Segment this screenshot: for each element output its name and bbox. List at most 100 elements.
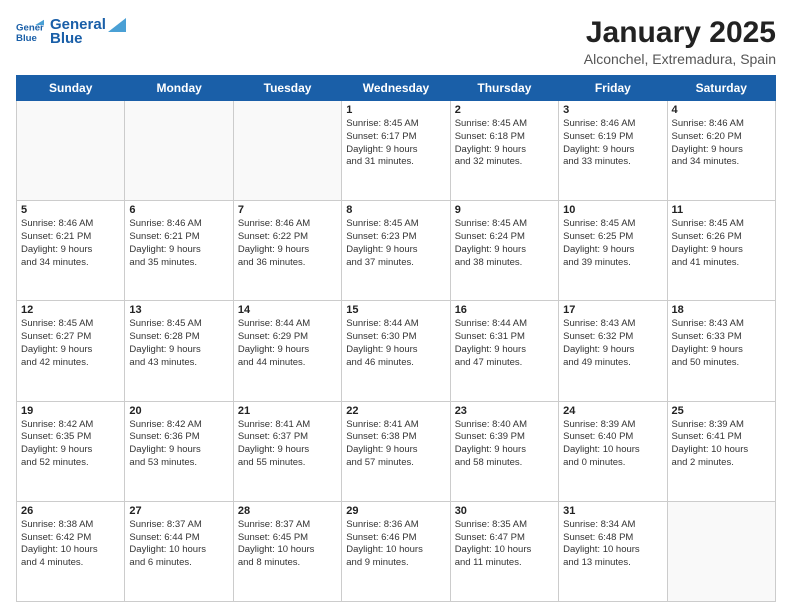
day-info: Sunrise: 8:43 AM Sunset: 6:32 PM Dayligh… xyxy=(563,318,662,369)
day-info: Sunrise: 8:45 AM Sunset: 6:26 PM Dayligh… xyxy=(672,218,771,269)
calendar-cell: 19 Sunrise: 8:42 AM Sunset: 6:35 PM Dayli… xyxy=(17,401,125,501)
calendar-cell: 16 Sunrise: 8:44 AM Sunset: 6:31 PM Dayli… xyxy=(450,301,558,401)
day-number: 28 xyxy=(238,505,337,517)
weekday-header: Thursday xyxy=(450,76,558,101)
day-number: 12 xyxy=(21,304,120,316)
weekday-header: Sunday xyxy=(17,76,125,101)
calendar-cell xyxy=(667,501,775,601)
day-number: 3 xyxy=(563,104,662,116)
calendar-week-row: 12 Sunrise: 8:45 AM Sunset: 6:27 PM Dayli… xyxy=(17,301,776,401)
day-number: 24 xyxy=(563,405,662,417)
calendar-week-row: 26Sunrise: 8:38 AM Sunset: 6:42 PM Dayli… xyxy=(17,501,776,601)
calendar-week-row: 5 Sunrise: 8:46 AM Sunset: 6:21 PM Daylig… xyxy=(17,201,776,301)
day-info: Sunrise: 8:41 AM Sunset: 6:37 PM Dayligh… xyxy=(238,419,337,470)
day-info: Sunrise: 8:44 AM Sunset: 6:31 PM Dayligh… xyxy=(455,318,554,369)
day-number: 4 xyxy=(672,104,771,116)
calendar-cell: 21 Sunrise: 8:41 AM Sunset: 6:37 PM Dayli… xyxy=(233,401,341,501)
day-number: 20 xyxy=(129,405,228,417)
weekday-header: Friday xyxy=(559,76,667,101)
calendar-cell: 10Sunrise: 8:45 AM Sunset: 6:25 PM Dayli… xyxy=(559,201,667,301)
header: General Blue General Blue January 2025 A… xyxy=(16,16,776,67)
day-number: 16 xyxy=(455,304,554,316)
day-info: Sunrise: 8:43 AM Sunset: 6:33 PM Dayligh… xyxy=(672,318,771,369)
calendar-cell: 7Sunrise: 8:46 AM Sunset: 6:22 PM Daylig… xyxy=(233,201,341,301)
day-info: Sunrise: 8:45 AM Sunset: 6:18 PM Dayligh… xyxy=(455,118,554,169)
calendar-cell: 17 Sunrise: 8:43 AM Sunset: 6:32 PM Dayli… xyxy=(559,301,667,401)
main-title: January 2025 xyxy=(584,16,776,49)
day-number: 19 xyxy=(21,405,120,417)
day-info: Sunrise: 8:40 AM Sunset: 6:39 PM Dayligh… xyxy=(455,419,554,470)
calendar-cell: 20Sunrise: 8:42 AM Sunset: 6:36 PM Dayli… xyxy=(125,401,233,501)
day-info: Sunrise: 8:37 AM Sunset: 6:45 PM Dayligh… xyxy=(238,519,337,570)
calendar-week-row: 19 Sunrise: 8:42 AM Sunset: 6:35 PM Dayli… xyxy=(17,401,776,501)
day-number: 6 xyxy=(129,204,228,216)
day-info: Sunrise: 8:34 AM Sunset: 6:48 PM Dayligh… xyxy=(563,519,662,570)
day-number: 30 xyxy=(455,505,554,517)
logo-text-blue: Blue xyxy=(50,30,126,47)
day-number: 27 xyxy=(129,505,228,517)
day-number: 13 xyxy=(129,304,228,316)
weekday-header: Tuesday xyxy=(233,76,341,101)
day-info: Sunrise: 8:38 AM Sunset: 6:42 PM Dayligh… xyxy=(21,519,120,570)
day-number: 25 xyxy=(672,405,771,417)
calendar-cell: 8Sunrise: 8:45 AM Sunset: 6:23 PM Daylig… xyxy=(342,201,450,301)
calendar-cell: 24 Sunrise: 8:39 AM Sunset: 6:40 PM Dayli… xyxy=(559,401,667,501)
calendar-cell: 1Sunrise: 8:45 AM Sunset: 6:17 PM Daylig… xyxy=(342,101,450,201)
day-info: Sunrise: 8:46 AM Sunset: 6:22 PM Dayligh… xyxy=(238,218,337,269)
day-info: Sunrise: 8:45 AM Sunset: 6:25 PM Dayligh… xyxy=(563,218,662,269)
weekday-header: Monday xyxy=(125,76,233,101)
day-number: 29 xyxy=(346,505,445,517)
page: General Blue General Blue January 2025 A… xyxy=(0,0,792,612)
calendar-week-row: 1Sunrise: 8:45 AM Sunset: 6:17 PM Daylig… xyxy=(17,101,776,201)
day-number: 31 xyxy=(563,505,662,517)
day-info: Sunrise: 8:46 AM Sunset: 6:21 PM Dayligh… xyxy=(129,218,228,269)
day-info: Sunrise: 8:45 AM Sunset: 6:27 PM Dayligh… xyxy=(21,318,120,369)
calendar-cell: 31 Sunrise: 8:34 AM Sunset: 6:48 PM Dayli… xyxy=(559,501,667,601)
calendar-cell: 29 Sunrise: 8:36 AM Sunset: 6:46 PM Dayli… xyxy=(342,501,450,601)
day-number: 9 xyxy=(455,204,554,216)
day-info: Sunrise: 8:46 AM Sunset: 6:21 PM Dayligh… xyxy=(21,218,120,269)
day-info: Sunrise: 8:39 AM Sunset: 6:41 PM Dayligh… xyxy=(672,419,771,470)
calendar-cell: 22 Sunrise: 8:41 AM Sunset: 6:38 PM Dayli… xyxy=(342,401,450,501)
day-number: 15 xyxy=(346,304,445,316)
calendar-cell: 15 Sunrise: 8:44 AM Sunset: 6:30 PM Dayli… xyxy=(342,301,450,401)
day-number: 14 xyxy=(238,304,337,316)
calendar-cell: 11 Sunrise: 8:45 AM Sunset: 6:26 PM Dayli… xyxy=(667,201,775,301)
calendar-cell xyxy=(233,101,341,201)
day-info: Sunrise: 8:35 AM Sunset: 6:47 PM Dayligh… xyxy=(455,519,554,570)
calendar-cell: 23Sunrise: 8:40 AM Sunset: 6:39 PM Dayli… xyxy=(450,401,558,501)
day-info: Sunrise: 8:46 AM Sunset: 6:19 PM Dayligh… xyxy=(563,118,662,169)
day-number: 21 xyxy=(238,405,337,417)
day-info: Sunrise: 8:36 AM Sunset: 6:46 PM Dayligh… xyxy=(346,519,445,570)
day-info: Sunrise: 8:46 AM Sunset: 6:20 PM Dayligh… xyxy=(672,118,771,169)
day-info: Sunrise: 8:45 AM Sunset: 6:24 PM Dayligh… xyxy=(455,218,554,269)
calendar-cell: 27Sunrise: 8:37 AM Sunset: 6:44 PM Dayli… xyxy=(125,501,233,601)
calendar-cell: 2 Sunrise: 8:45 AM Sunset: 6:18 PM Daylig… xyxy=(450,101,558,201)
calendar-cell: 26Sunrise: 8:38 AM Sunset: 6:42 PM Dayli… xyxy=(17,501,125,601)
calendar-cell: 30 Sunrise: 8:35 AM Sunset: 6:47 PM Dayli… xyxy=(450,501,558,601)
day-info: Sunrise: 8:42 AM Sunset: 6:35 PM Dayligh… xyxy=(21,419,120,470)
calendar-cell: 25 Sunrise: 8:39 AM Sunset: 6:41 PM Dayli… xyxy=(667,401,775,501)
calendar-cell: 4 Sunrise: 8:46 AM Sunset: 6:20 PM Daylig… xyxy=(667,101,775,201)
calendar-table: SundayMondayTuesdayWednesdayThursdayFrid… xyxy=(16,75,776,602)
calendar-cell: 18Sunrise: 8:43 AM Sunset: 6:33 PM Dayli… xyxy=(667,301,775,401)
calendar-cell: 9 Sunrise: 8:45 AM Sunset: 6:24 PM Daylig… xyxy=(450,201,558,301)
calendar-cell: 6 Sunrise: 8:46 AM Sunset: 6:21 PM Daylig… xyxy=(125,201,233,301)
day-number: 5 xyxy=(21,204,120,216)
weekday-header: Wednesday xyxy=(342,76,450,101)
day-number: 17 xyxy=(563,304,662,316)
day-number: 2 xyxy=(455,104,554,116)
calendar-cell xyxy=(17,101,125,201)
calendar-cell: 13Sunrise: 8:45 AM Sunset: 6:28 PM Dayli… xyxy=(125,301,233,401)
day-number: 22 xyxy=(346,405,445,417)
calendar-cell: 12 Sunrise: 8:45 AM Sunset: 6:27 PM Dayli… xyxy=(17,301,125,401)
day-info: Sunrise: 8:39 AM Sunset: 6:40 PM Dayligh… xyxy=(563,419,662,470)
subtitle: Alconchel, Extremadura, Spain xyxy=(584,51,776,67)
day-info: Sunrise: 8:45 AM Sunset: 6:17 PM Dayligh… xyxy=(346,118,445,169)
day-number: 11 xyxy=(672,204,771,216)
day-info: Sunrise: 8:41 AM Sunset: 6:38 PM Dayligh… xyxy=(346,419,445,470)
day-info: Sunrise: 8:44 AM Sunset: 6:30 PM Dayligh… xyxy=(346,318,445,369)
calendar-cell: 14Sunrise: 8:44 AM Sunset: 6:29 PM Dayli… xyxy=(233,301,341,401)
calendar-cell: 3 Sunrise: 8:46 AM Sunset: 6:19 PM Daylig… xyxy=(559,101,667,201)
svg-text:Blue: Blue xyxy=(16,32,37,43)
